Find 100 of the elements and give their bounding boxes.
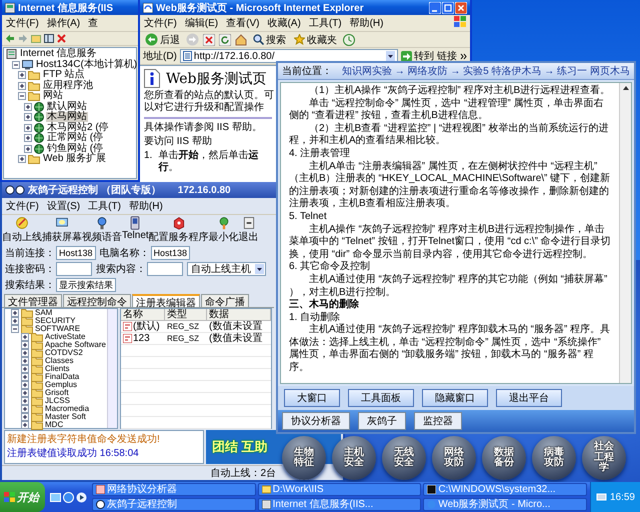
tree-item[interactable]: Macromedia: [45, 405, 90, 413]
expander-icon[interactable]: [24, 134, 32, 142]
tree-item[interactable]: Web 服务扩展: [42, 154, 108, 164]
tree-item[interactable]: SAM: [35, 309, 52, 317]
expander-icon[interactable]: [18, 155, 26, 164]
back-arrow-icon[interactable]: [5, 34, 15, 43]
menu-item[interactable]: 帮助(H): [350, 16, 384, 30]
desktop-shortcut[interactable]: 网络攻防: [432, 436, 476, 480]
taskbar-button[interactable]: Internet 信息服务(IIS...: [258, 498, 422, 511]
network-icon[interactable]: [596, 492, 607, 502]
panel-button[interactable]: 大窗口: [284, 389, 340, 407]
menu-item[interactable]: 工具(T): [88, 199, 121, 213]
tree-item[interactable]: Grisoft: [45, 389, 69, 397]
toolbar-button[interactable]: 捕获屏幕: [42, 216, 82, 244]
tree-item[interactable]: Classes: [45, 357, 74, 365]
tree-item[interactable]: 木马网站2 (停: [46, 122, 110, 133]
back-button[interactable]: 后退: [143, 32, 182, 46]
desktop-shortcut[interactable]: 数据备份: [482, 436, 526, 480]
tab[interactable]: 注册表编辑器: [132, 294, 200, 307]
taskbar-button[interactable]: D:\Work\IIS: [258, 483, 422, 496]
menu-item[interactable]: 查看(V): [226, 16, 260, 30]
panel-button[interactable]: 隐藏窗口: [422, 389, 488, 407]
taskbar-button[interactable]: 灰鸽子远程控制: [92, 498, 256, 511]
scroll-up-icon[interactable]: [622, 84, 630, 91]
toolbar-button[interactable]: 视频语音: [82, 216, 122, 244]
menu-item[interactable]: 查: [88, 16, 98, 30]
links-label[interactable]: 链接: [437, 49, 457, 63]
expander-icon[interactable]: [21, 333, 29, 341]
tree-item[interactable]: Clients: [45, 365, 70, 373]
panel-button[interactable]: 退出平台: [496, 389, 562, 407]
tool-button[interactable]: 灰鸽子: [358, 412, 406, 430]
expander-icon[interactable]: [24, 102, 32, 111]
browser-icon[interactable]: [63, 492, 74, 502]
expander-icon[interactable]: [21, 381, 29, 389]
close-button[interactable]: [455, 2, 467, 14]
tree-item[interactable]: FTP 站点: [42, 70, 86, 80]
tree-item[interactable]: 默认网站: [46, 102, 88, 112]
chevron-icon[interactable]: [460, 52, 467, 60]
tree-item[interactable]: 正常网站 (停: [46, 133, 104, 144]
input-field[interactable]: [56, 262, 92, 276]
input-field[interactable]: 显示搜索结果: [56, 278, 116, 292]
tool-button[interactable]: 监控器: [414, 412, 462, 430]
tree-item[interactable]: Master Soft: [45, 413, 86, 421]
toolbar-button[interactable]: Telnet: [122, 216, 149, 244]
column-header[interactable]: 类型: [165, 309, 207, 321]
expander-icon[interactable]: [21, 397, 29, 405]
column-header[interactable]: 数据: [207, 309, 271, 321]
expander-icon[interactable]: [21, 349, 29, 357]
tree-item[interactable]: Internet 信息服务: [19, 49, 98, 60]
toolbar-button[interactable]: 配置服务程序: [148, 216, 209, 244]
expander-icon[interactable]: [21, 413, 29, 421]
input-field[interactable]: [147, 262, 183, 276]
desktop-shortcut[interactable]: 主机安全: [332, 436, 376, 480]
tree-item[interactable]: Apache Software: [45, 341, 106, 349]
expander-icon[interactable]: [11, 309, 19, 317]
taskbar-button[interactable]: C:\WINDOWS\system32...: [423, 483, 587, 496]
expander-icon[interactable]: [18, 82, 26, 90]
desktop-icon[interactable]: [50, 492, 61, 502]
menu-item[interactable]: 文件(F): [6, 16, 39, 30]
expander-icon[interactable]: [18, 92, 26, 100]
tree-item[interactable]: 钓鱼网站 (停: [46, 144, 104, 154]
expander-icon[interactable]: [24, 144, 32, 153]
tree-item[interactable]: FinalData: [45, 373, 80, 381]
tree-item[interactable]: COTDVS2: [45, 349, 83, 357]
tree-item[interactable]: SOFTWARE: [35, 325, 80, 333]
expander-icon[interactable]: [12, 60, 20, 69]
stop-icon[interactable]: [203, 34, 215, 46]
tool-button[interactable]: 协议分析器: [282, 412, 350, 430]
menu-item[interactable]: 文件(F): [6, 199, 39, 213]
expander-icon[interactable]: [21, 357, 29, 365]
tab[interactable]: 文件管理器: [4, 294, 62, 307]
dropdown[interactable]: 自动上线主机: [187, 262, 266, 276]
tree-item[interactable]: 应用程序池: [42, 80, 94, 91]
expander-icon[interactable]: [11, 317, 19, 325]
desktop-shortcut[interactable]: 社会工程学: [582, 436, 626, 480]
expander-icon[interactable]: [11, 325, 19, 333]
favorites-button[interactable]: 收藏夹: [292, 32, 339, 46]
expander-icon[interactable]: [21, 341, 29, 349]
tree-item[interactable]: 木马网站: [46, 112, 88, 122]
refresh-icon[interactable]: [219, 34, 231, 46]
taskbar-button[interactable]: Web服务测试页 - Micro...: [423, 498, 587, 511]
maximize-button[interactable]: [442, 2, 454, 14]
tree-item[interactable]: Host134C(本地计算机): [35, 60, 138, 70]
minimize-button[interactable]: [429, 2, 441, 14]
tree-item[interactable]: Gemplus: [45, 381, 78, 389]
delete-icon[interactable]: [57, 34, 66, 43]
tab[interactable]: 命令广播: [201, 294, 249, 307]
menu-item[interactable]: 收藏(A): [267, 16, 301, 30]
toolbar-button[interactable]: 自动上线: [2, 216, 42, 244]
panel-button[interactable]: 工具面板: [348, 389, 414, 407]
expander-icon[interactable]: [24, 113, 32, 122]
input-field[interactable]: Host138: [150, 246, 190, 260]
tree-item[interactable]: ActiveState: [45, 333, 86, 341]
input-field[interactable]: Host138: [56, 246, 96, 260]
search-button[interactable]: 搜索: [251, 32, 288, 46]
toolbar-button[interactable]: 最小化: [208, 216, 239, 244]
desktop-shortcut[interactable]: 无线安全: [382, 436, 426, 480]
toolbar-button[interactable]: 退出: [238, 216, 259, 244]
menu-item[interactable]: 帮助(H): [128, 199, 163, 213]
media-icon[interactable]: [76, 492, 87, 502]
